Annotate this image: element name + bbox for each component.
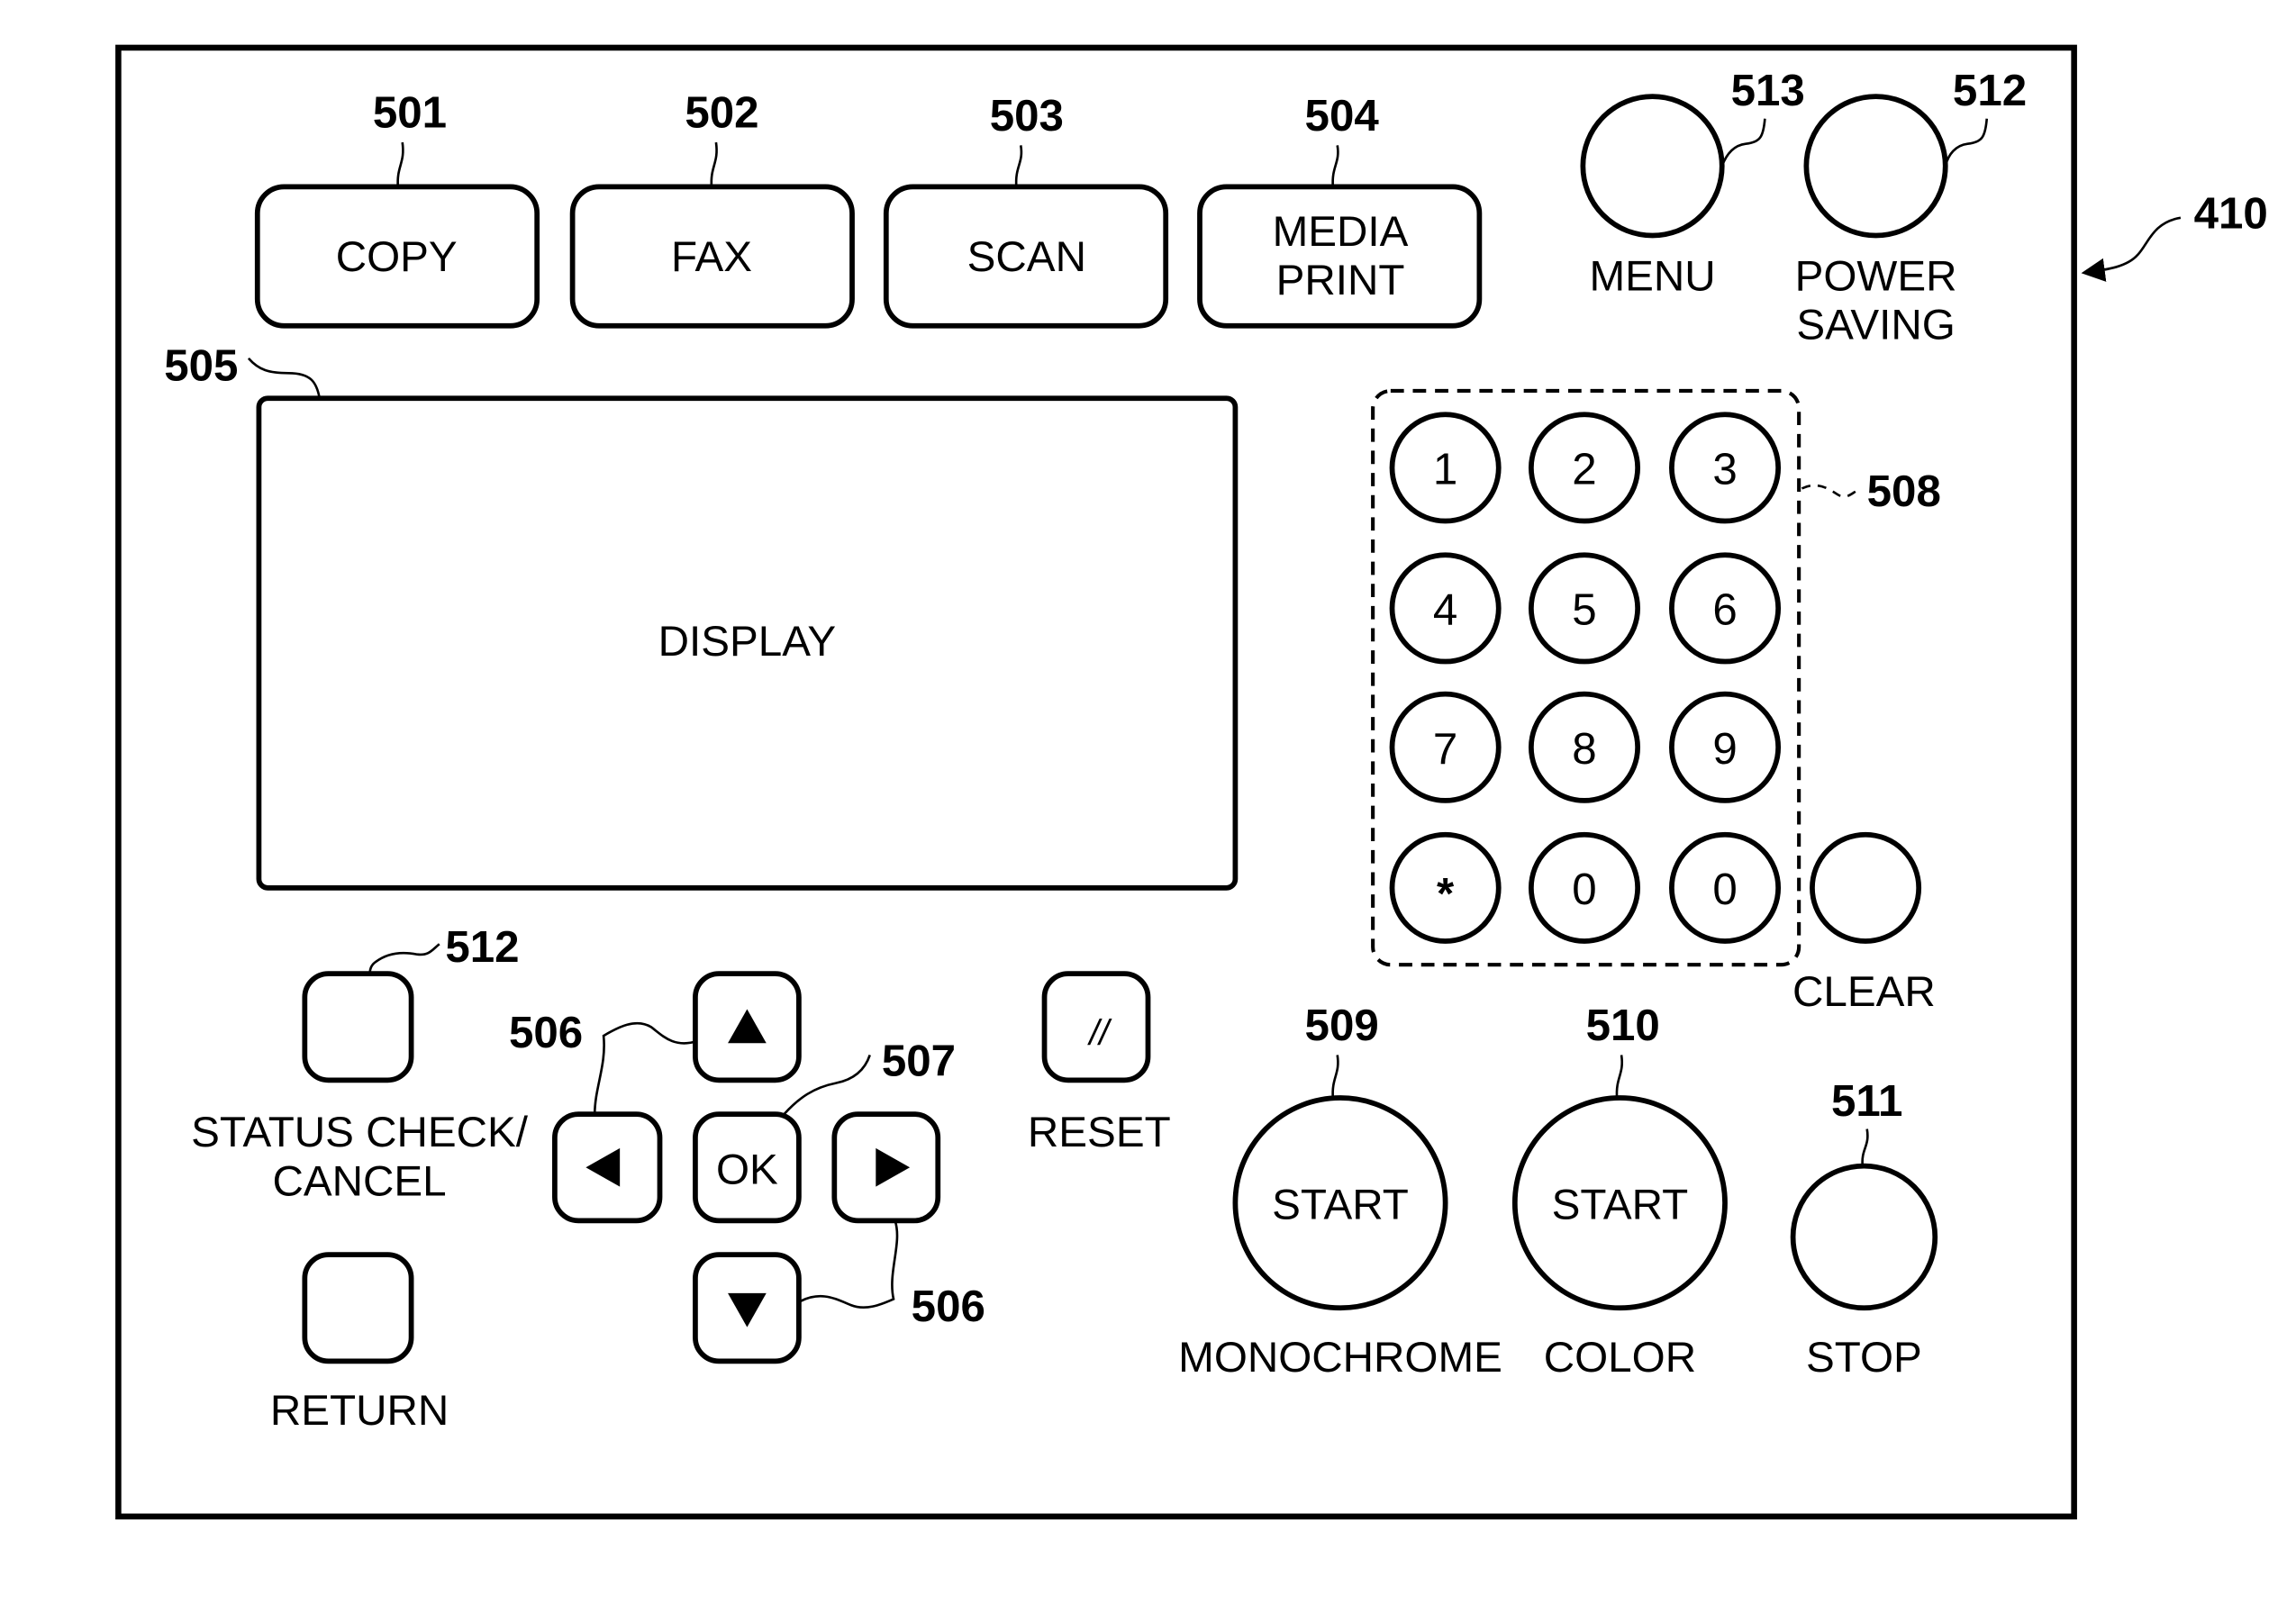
keypad-key-5[interactable]: 5 [1529,552,1641,665]
copy-ref-label: 501 [373,88,447,138]
power-saving-leader-line [1944,118,1989,167]
keypad-key-4-label: 4 [1433,584,1457,634]
start-monochrome-ref-label: 509 [1305,1001,1379,1050]
fax-ref-label: 502 [685,88,758,138]
status-check-cancel-button[interactable] [302,971,414,1083]
media-print-label-line1: MEDIA [1273,208,1409,256]
stop-label: STOP [1806,1334,1922,1382]
ok-button[interactable]: OK [693,1111,802,1224]
keypad-key-asterisk-label: * [1437,869,1455,919]
arrow-keys-ref-label-lower: 506 [912,1282,985,1331]
start-color-label: START [1552,1182,1689,1229]
copy-leader-line [396,141,404,187]
arrow-keys-leader-line-upper [593,1021,696,1115]
power-saving-label-line1: POWER [1795,252,1957,300]
clear-button[interactable] [1810,831,1922,944]
keypad-key-3-label: 3 [1712,444,1737,494]
up-arrow-button[interactable] [693,971,802,1083]
keypad-key-7-label: 7 [1433,724,1457,774]
stop-button[interactable] [1790,1163,1938,1311]
ok-label: OK [716,1146,778,1193]
fax-button[interactable]: FAX [569,184,855,329]
start-color-button[interactable]: START [1511,1095,1728,1311]
scan-leader-line [1014,145,1023,187]
left-arrow-button[interactable] [552,1111,663,1224]
keypad-key-1[interactable]: 1 [1389,412,1502,524]
keypad-key-8[interactable]: 8 [1529,691,1641,803]
keypad-key-4[interactable]: 4 [1389,552,1502,665]
start-monochrome-leader-line [1331,1055,1339,1099]
keypad-leader-line [1801,484,1859,498]
arrow-keys-leader-line-lower [798,1219,899,1309]
reset-label: RESET [1028,1109,1171,1156]
keypad-key-asterisk[interactable]: * [1389,831,1502,944]
keypad-key-6[interactable]: 6 [1669,552,1782,665]
copy-button[interactable]: COPY [254,184,540,329]
status-check-ref-label: 512 [445,922,519,972]
copy-label: COPY [336,233,458,281]
start-color-ref-label: 510 [1586,1001,1660,1050]
keypad-ref-label: 508 [1867,467,1941,516]
scan-ref-label: 503 [990,91,1064,140]
keypad-key-0-second[interactable]: 0 [1669,831,1782,944]
stop-leader-line [1861,1128,1869,1166]
keypad-key-2[interactable]: 2 [1529,412,1641,524]
start-monochrome-label: START [1272,1182,1409,1229]
status-check-label-line2: CANCEL [273,1157,447,1205]
start-color-leader-line [1615,1055,1624,1099]
media-print-button[interactable]: MEDIA PRINT [1197,184,1483,329]
menu-ref-label: 513 [1731,66,1805,115]
display-ref-label: 505 [164,340,238,390]
arrow-keys-ref-label-upper: 506 [509,1008,583,1057]
power-saving-button[interactable] [1803,94,1948,239]
return-label: RETURN [270,1387,449,1435]
display-label: DISPLAY [658,618,837,666]
scan-label: SCAN [967,233,1086,281]
menu-leader-line [1720,118,1766,167]
keypad-key-3[interactable]: 3 [1669,412,1782,524]
keypad-key-5-label: 5 [1572,584,1596,634]
start-monochrome-button[interactable]: START [1232,1095,1448,1311]
return-button[interactable] [302,1252,414,1364]
menu-button[interactable] [1580,94,1725,239]
operation-panel-diagram: 410 COPY 501 FAX 502 SCAN 503 MEDIA PRIN… [115,44,2268,1520]
status-check-label-line1: STATUS CHECK/ [191,1109,529,1156]
keypad-key-0-second-label: 0 [1712,865,1737,914]
keypad-key-2-label: 2 [1572,444,1596,494]
keypad-key-0[interactable]: 0 [1529,831,1641,944]
keypad-key-7[interactable]: 7 [1389,691,1502,803]
keypad-key-9[interactable]: 9 [1669,691,1782,803]
reset-button[interactable]: // [1041,971,1151,1083]
keypad-key-8-label: 8 [1572,724,1596,774]
start-color-caption: COLOR [1544,1334,1696,1382]
status-check-leader-line [368,943,440,974]
keypad-key-6-label: 6 [1712,584,1737,634]
media-print-label-line2: PRINT [1276,257,1405,304]
menu-label: MENU [1589,252,1715,300]
panel-ref-arrow [2081,216,2182,282]
panel-ref-label: 410 [2194,188,2268,238]
clear-label: CLEAR [1792,968,1936,1016]
ok-ref-label: 507 [882,1036,956,1085]
fax-label: FAX [671,233,752,281]
keypad-key-9-label: 9 [1712,724,1737,774]
display-leader-line [247,357,322,399]
keypad-key-1-label: 1 [1433,444,1457,494]
media-print-ref-label: 504 [1305,91,1380,140]
power-saving-label-line2: SAVING [1796,302,1955,349]
scan-button[interactable]: SCAN [883,184,1169,329]
start-monochrome-caption: MONOCHROME [1178,1334,1502,1382]
right-arrow-button[interactable] [831,1111,941,1224]
stop-ref-label: 511 [1831,1076,1902,1126]
media-print-leader-line [1331,145,1339,187]
keypad-key-0-label: 0 [1572,865,1596,914]
power-saving-ref-label: 512 [1953,66,2027,115]
down-arrow-button[interactable] [693,1252,802,1364]
reset-glyph-icon: // [1086,1013,1112,1053]
fax-leader-line [710,141,718,187]
